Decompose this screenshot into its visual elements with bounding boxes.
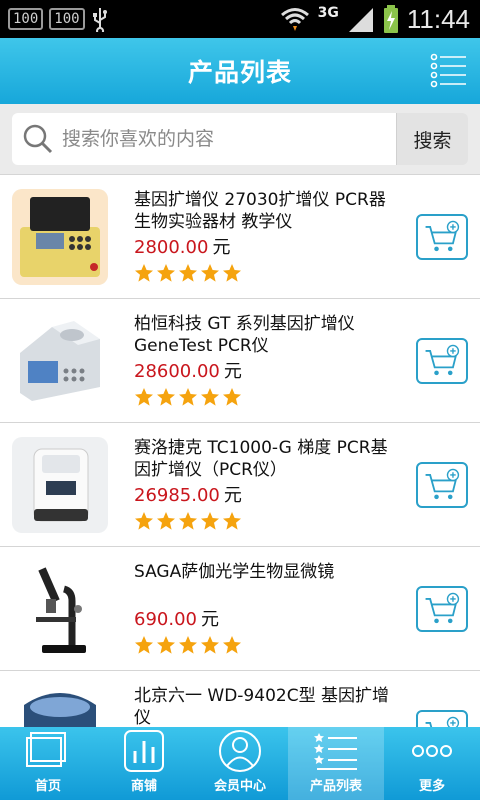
product-image	[12, 189, 108, 285]
wifi-icon	[280, 8, 309, 31]
list-item[interactable]: 基因扩增仪 27030扩增仪 PCR器 生物实验器材 教学仪 2800.00 元	[0, 175, 480, 299]
list-item[interactable]: 赛洛捷克 TC1000-G 梯度 PCR基因扩增仪（PCR仪） 26985.00…	[0, 423, 480, 547]
star-icon	[179, 388, 197, 406]
star-icon	[179, 512, 197, 530]
status-box-2: 100	[49, 8, 85, 30]
tab-label: 产品列表	[309, 779, 362, 794]
list-item[interactable]: SAGA萨伽光学生物显微镜 690.00 元	[0, 547, 480, 671]
product-image	[12, 313, 108, 409]
product-image	[12, 437, 108, 533]
tab-home[interactable]: 首页	[0, 727, 96, 800]
search-box[interactable]	[12, 113, 396, 165]
search-button[interactable]: 搜索	[396, 113, 468, 165]
product-name: 柏恒科技 GT 系列基因扩增仪 GeneTest PCR仪	[134, 314, 355, 356]
member-icon	[219, 730, 261, 772]
rating-stars	[134, 635, 404, 655]
list-item[interactable]: 柏恒科技 GT 系列基因扩增仪 GeneTest PCR仪 28600.00 元	[0, 299, 480, 423]
tab-label: 会员中心	[213, 779, 266, 794]
star-icon	[223, 264, 241, 282]
network-type: 3G	[317, 5, 339, 21]
product-name: 赛洛捷克 TC1000-G 梯度 PCR基因扩增仪（PCR仪）	[134, 438, 388, 480]
search-icon	[23, 124, 53, 154]
star-icon	[135, 264, 153, 282]
product-list: 基因扩增仪 27030扩增仪 PCR器 生物实验器材 教学仪 2800.00元	[0, 174, 480, 727]
star-icon	[179, 264, 197, 282]
rating-stars	[134, 387, 404, 407]
product-price: 690.00	[134, 609, 197, 630]
search-bar: 搜索	[0, 104, 480, 174]
product-image	[12, 685, 108, 727]
star-icon	[201, 388, 219, 406]
shop-icon	[124, 730, 164, 772]
tab-more[interactable]: 更多	[384, 727, 480, 800]
tab-label: 商铺	[130, 779, 157, 794]
product-price: 26985.00	[134, 485, 220, 506]
rating-stars	[134, 263, 404, 283]
tab-label: 更多	[418, 779, 445, 794]
status-box-1: 100	[8, 8, 44, 30]
star-icon	[201, 636, 219, 654]
star-icon	[223, 388, 241, 406]
more-icon	[412, 745, 452, 757]
product-price: 28600.00	[134, 361, 220, 382]
add-to-cart-icon[interactable]	[416, 462, 468, 508]
clock: 11:44	[406, 3, 470, 34]
usb-icon	[92, 8, 107, 32]
price-unit: 元	[212, 237, 231, 258]
price-unit: 元	[200, 609, 219, 630]
app-header: 产品列表	[0, 38, 480, 104]
add-to-cart-icon[interactable]	[416, 338, 468, 384]
star-icon	[157, 512, 175, 530]
star-icon	[223, 636, 241, 654]
product-price: 2800.00	[134, 237, 209, 258]
price-unit: 元	[223, 485, 242, 506]
tab-shop[interactable]: 商铺	[96, 727, 192, 800]
star-icon	[157, 636, 175, 654]
product-name: 基因扩增仪 27030扩增仪 PCR器 生物实验器材 教学仪	[134, 190, 386, 232]
status-bar: 100 100 3G 11:44	[0, 0, 480, 38]
tab-member-center[interactable]: 会员中心	[192, 727, 288, 800]
add-to-cart-icon[interactable]	[416, 214, 468, 260]
price-unit: 元	[223, 361, 242, 382]
product-name: 北京六一 WD-9402C型 基因扩增仪	[134, 686, 389, 727]
menu-list-icon[interactable]	[430, 52, 468, 90]
product-list-icon	[314, 733, 357, 770]
search-input[interactable]	[62, 128, 382, 150]
star-icon	[157, 264, 175, 282]
add-to-cart-icon[interactable]	[416, 586, 468, 632]
home-icon	[26, 732, 66, 767]
tab-product-list[interactable]: 产品列表	[288, 727, 384, 800]
star-icon	[135, 512, 153, 530]
signal-icon	[348, 8, 373, 32]
star-icon	[135, 388, 153, 406]
battery-icon	[383, 5, 398, 33]
list-item[interactable]: 北京六一 WD-9402C型 基因扩增仪	[0, 671, 480, 727]
product-image	[12, 561, 108, 657]
page-title: 产品列表	[187, 58, 292, 87]
star-icon	[201, 264, 219, 282]
star-icon	[223, 512, 241, 530]
rating-stars	[134, 511, 404, 531]
star-icon	[179, 636, 197, 654]
product-name: SAGA萨伽光学生物显微镜	[134, 562, 335, 582]
tab-label: 首页	[34, 779, 61, 794]
star-icon	[157, 388, 175, 406]
star-icon	[135, 636, 153, 654]
add-to-cart-icon[interactable]	[416, 710, 468, 727]
bottom-tab-bar: 首页 商铺 会员中心 产品列表 更多	[0, 727, 480, 800]
star-icon	[201, 512, 219, 530]
